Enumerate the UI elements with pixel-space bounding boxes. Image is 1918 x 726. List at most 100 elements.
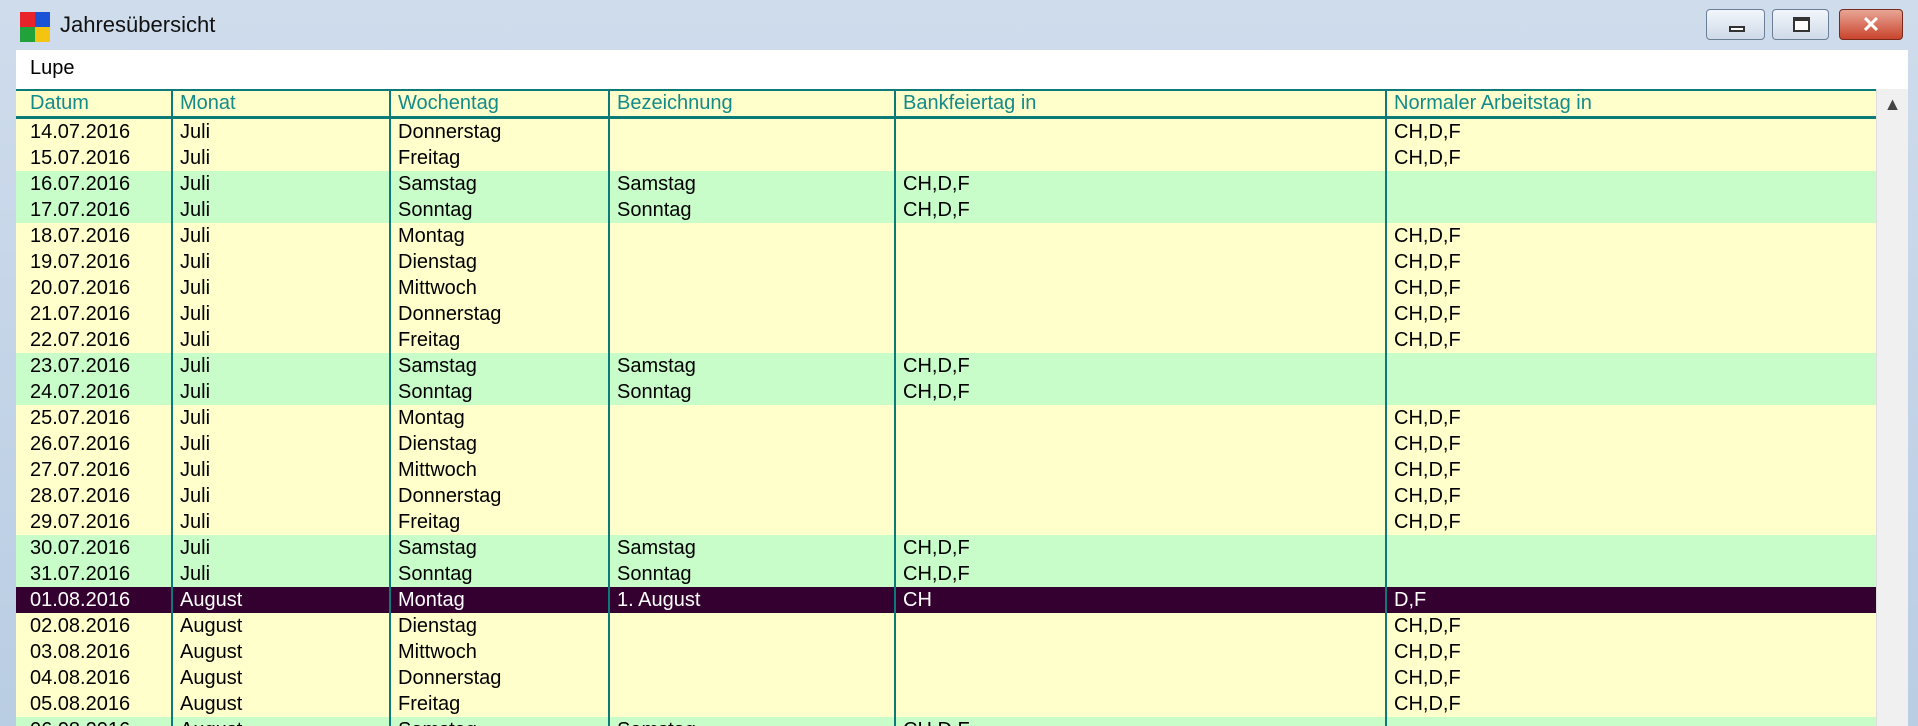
table-row[interactable]: 24.07.2016 Juli Sonntag Sonntag CH,D,F <box>16 379 1876 405</box>
cell-wochentag: Samstag <box>398 173 477 195</box>
year-overview-table[interactable]: Datum Monat Wochentag Bezeichnung Bankfe… <box>16 89 1876 726</box>
cell-arbeitstag: CH,D,F <box>1394 407 1461 429</box>
table-row[interactable]: 20.07.2016 Juli Mittwoch CH,D,F <box>16 275 1876 301</box>
table-row[interactable]: 04.08.2016 August Donnerstag CH,D,F <box>16 665 1876 691</box>
cell-monat: Juli <box>180 511 211 533</box>
column-header-wochentag[interactable]: Wochentag <box>398 91 499 116</box>
cell-wochentag: Freitag <box>398 511 461 533</box>
scroll-up-icon[interactable]: ▲ <box>1877 89 1908 119</box>
cell-wochentag: Freitag <box>398 329 461 351</box>
table-row[interactable]: 19.07.2016 Juli Dienstag CH,D,F <box>16 249 1876 275</box>
cell-wochentag: Samstag <box>398 355 477 377</box>
table-body: 14.07.2016 Juli Donnerstag CH,D,F 15.07.2016… <box>16 119 1876 726</box>
column-divider <box>608 89 610 726</box>
table-row[interactable]: 30.07.2016 Juli Samstag Samstag CH,D,F <box>16 535 1876 561</box>
cell-bezeichnung: Samstag <box>617 355 696 377</box>
close-button[interactable]: ✕ <box>1839 9 1903 40</box>
cell-arbeitstag: CH,D,F <box>1394 225 1461 247</box>
table-row[interactable]: 15.07.2016 Juli Freitag CH,D,F <box>16 145 1876 171</box>
cell-datum: 18.07.2016 <box>30 225 131 247</box>
cell-monat: Juli <box>180 173 211 195</box>
cell-wochentag: Donnerstag <box>398 121 502 143</box>
cell-arbeitstag: CH,D,F <box>1394 433 1461 455</box>
cell-wochentag: Sonntag <box>398 199 473 221</box>
cell-arbeitstag: CH,D,F <box>1394 277 1461 299</box>
table-row[interactable]: 18.07.2016 Juli Montag CH,D,F <box>16 223 1876 249</box>
column-header-arbeitstag[interactable]: Normaler Arbeitstag in <box>1394 91 1592 116</box>
client-area: Lupe Datum Monat Wochentag Bezeichnung B… <box>16 50 1908 726</box>
cell-datum: 25.07.2016 <box>30 407 131 429</box>
cell-datum: 15.07.2016 <box>30 147 131 169</box>
cell-datum: 26.07.2016 <box>30 433 131 455</box>
cell-wochentag: Freitag <box>398 693 461 715</box>
table-row[interactable]: 23.07.2016 Juli Samstag Samstag CH,D,F <box>16 353 1876 379</box>
vertical-scrollbar[interactable]: ▲ <box>1876 89 1908 726</box>
cell-bezeichnung: Sonntag <box>617 381 692 403</box>
cell-bezeichnung: Sonntag <box>617 563 692 585</box>
cell-monat: August <box>180 717 242 726</box>
cell-monat: Juli <box>180 355 211 377</box>
table-row[interactable]: 21.07.2016 Juli Donnerstag CH,D,F <box>16 301 1876 327</box>
cell-bankfeiertag: CH,D,F <box>903 717 970 726</box>
cell-bankfeiertag: CH,D,F <box>903 355 970 377</box>
cell-bezeichnung: Samstag <box>617 173 696 195</box>
cell-wochentag: Montag <box>398 589 465 611</box>
table-row[interactable]: 02.08.2016 August Dienstag CH,D,F <box>16 613 1876 639</box>
cell-datum: 23.07.2016 <box>30 355 131 377</box>
cell-monat: Juli <box>180 199 211 221</box>
column-divider <box>894 89 896 726</box>
table-row[interactable]: 06.08.2016 August Samstag Samstag CH,D,F <box>16 717 1876 726</box>
table-row-selected[interactable]: 01.08.2016 August Montag 1. August CH D,F <box>16 587 1876 613</box>
cell-wochentag: Montag <box>398 225 465 247</box>
cell-monat: Juli <box>180 303 211 325</box>
cell-arbeitstag: CH,D,F <box>1394 667 1461 689</box>
cell-arbeitstag: CH,D,F <box>1394 641 1461 663</box>
cell-bankfeiertag: CH,D,F <box>903 537 970 559</box>
cell-bezeichnung: Samstag <box>617 717 696 726</box>
cell-wochentag: Montag <box>398 407 465 429</box>
cell-datum: 19.07.2016 <box>30 251 131 273</box>
cell-datum: 16.07.2016 <box>30 173 131 195</box>
menu-item-lupe[interactable]: Lupe <box>30 57 75 80</box>
cell-arbeitstag: CH,D,F <box>1394 147 1461 169</box>
cell-datum: 24.07.2016 <box>30 381 131 403</box>
cell-wochentag: Donnerstag <box>398 303 502 325</box>
table-row[interactable]: 26.07.2016 Juli Dienstag CH,D,F <box>16 431 1876 457</box>
table-row[interactable]: 16.07.2016 Juli Samstag Samstag CH,D,F <box>16 171 1876 197</box>
table-row[interactable]: 14.07.2016 Juli Donnerstag CH,D,F <box>16 119 1876 145</box>
cell-arbeitstag: CH,D,F <box>1394 121 1461 143</box>
table-row[interactable]: 28.07.2016 Juli Donnerstag CH,D,F <box>16 483 1876 509</box>
column-header-datum[interactable]: Datum <box>30 91 89 116</box>
maximize-button[interactable] <box>1772 9 1829 40</box>
cell-monat: Juli <box>180 407 211 429</box>
cell-wochentag: Mittwoch <box>398 641 477 663</box>
title-bar[interactable]: Jahresübersicht ✕ <box>0 0 1918 50</box>
cell-monat: Juli <box>180 121 211 143</box>
cell-monat: Juli <box>180 329 211 351</box>
table-row[interactable]: 25.07.2016 Juli Montag CH,D,F <box>16 405 1876 431</box>
cell-monat: August <box>180 589 243 611</box>
cell-bankfeiertag: CH,D,F <box>903 381 970 403</box>
table-row[interactable]: 03.08.2016 August Mittwoch CH,D,F <box>16 639 1876 665</box>
column-header-bezeichnung[interactable]: Bezeichnung <box>617 91 733 116</box>
table-row[interactable]: 31.07.2016 Juli Sonntag Sonntag CH,D,F <box>16 561 1876 587</box>
cell-monat: Juli <box>180 563 211 585</box>
cell-monat: August <box>180 641 243 663</box>
column-header-bankfeiertag[interactable]: Bankfeiertag in <box>903 91 1036 116</box>
table-row[interactable]: 29.07.2016 Juli Freitag CH,D,F <box>16 509 1876 535</box>
minimize-icon <box>1729 26 1745 32</box>
table-row[interactable]: 17.07.2016 Juli Sonntag Sonntag CH,D,F <box>16 197 1876 223</box>
column-divider <box>171 89 173 726</box>
cell-wochentag: Freitag <box>398 147 461 169</box>
cell-datum: 01.08.2016 <box>30 589 131 611</box>
table-row[interactable]: 27.07.2016 Juli Mittwoch CH,D,F <box>16 457 1876 483</box>
cell-monat: August <box>180 615 243 637</box>
table-header: Datum Monat Wochentag Bezeichnung Bankfe… <box>16 91 1876 116</box>
minimize-button[interactable] <box>1706 9 1765 40</box>
table-row[interactable]: 22.07.2016 Juli Freitag CH,D,F <box>16 327 1876 353</box>
cell-wochentag: Donnerstag <box>398 485 502 507</box>
column-header-monat[interactable]: Monat <box>180 91 236 116</box>
cell-monat: August <box>180 667 243 689</box>
window: Jahresübersicht ✕ Lupe Datum Monat Woche… <box>0 0 1918 726</box>
table-row[interactable]: 05.08.2016 August Freitag CH,D,F <box>16 691 1876 717</box>
